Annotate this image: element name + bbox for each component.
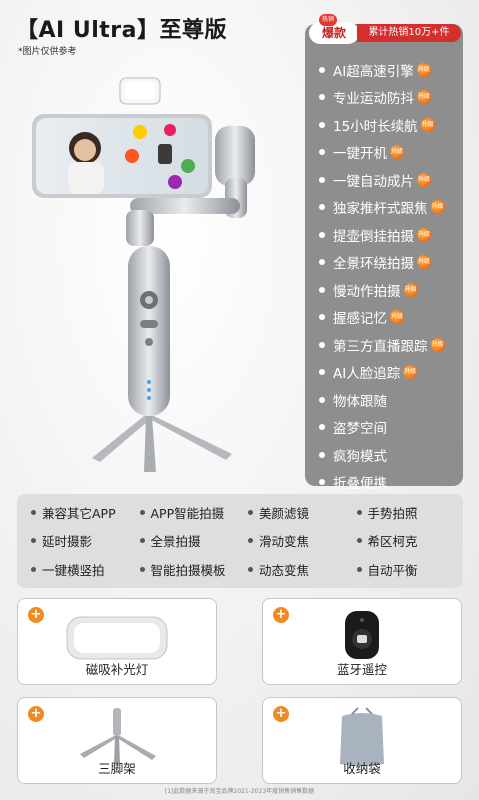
feature-panel: 爆款 热销 累计热销10万+件 AI超高速引擎 升级 专业运动防抖 升级 15小时长… (305, 14, 463, 492)
mode-item: 延时摄影 (23, 527, 132, 556)
upgrade-icon: 升级 (403, 365, 418, 380)
plus-icon[interactable]: + (273, 706, 289, 722)
upgrade-icon: 升级 (417, 90, 431, 105)
sales-count: 累计热销10万+件 (357, 24, 461, 42)
feature-item: 独家推杆式跟焦 升级 (305, 194, 463, 222)
feature-item: 物体跟随 (305, 386, 463, 414)
feature-item: 第三方直播跟踪 升级 (305, 331, 463, 359)
mode-item: APP智能拍摄 (132, 498, 241, 527)
feature-item: 全景环绕拍摄 升级 (305, 249, 463, 277)
fill-light-icon (66, 616, 168, 660)
upgrade-icon: 升级 (420, 117, 435, 132)
feature-item: 慢动作拍摄 升级 (305, 276, 463, 304)
footnote: [1]此数据来源于淘宝品牌2021-2023年度销售销售数据 (164, 788, 315, 795)
mode-item: 手势拍照 (349, 498, 458, 527)
plus-icon[interactable]: + (28, 706, 44, 722)
hot-tag: 热销 (319, 14, 337, 26)
upgrade-icon: 升级 (416, 62, 431, 77)
upgrade-icon: 升级 (403, 282, 418, 297)
upgrade-icon: 升级 (417, 255, 431, 270)
accessory-label: 收纳袋 (343, 761, 381, 776)
feature-item: 15小时长续航 升级 (305, 111, 463, 139)
accessory-card-bag[interactable]: + 收纳袋 (262, 697, 462, 784)
feature-item: 盗梦空间 (305, 414, 463, 442)
feature-item: AI人脸追踪 升级 (305, 359, 463, 387)
feature-item: 疯狗模式 (305, 441, 463, 469)
plus-icon[interactable]: + (28, 607, 44, 623)
upgrade-icon: 升级 (430, 337, 445, 352)
feature-item: 握感记忆 升级 (305, 304, 463, 332)
mode-item: 自动平衡 (349, 555, 458, 584)
feature-list: AI超高速引擎 升级 专业运动防抖 升级 15小时长续航 升级 一键开机 升级 一键自动… (305, 56, 463, 496)
upgrade-icon: 升级 (417, 172, 431, 187)
upgrade-icon: 升级 (390, 310, 404, 325)
upgrade-icon: 升级 (390, 145, 404, 160)
image-disclaimer: *图片仅供参考 (18, 47, 77, 57)
accessory-label: 磁吸补光灯 (85, 662, 149, 677)
hot-sales-badge: 爆款 热销 累计热销10万+件 (305, 14, 463, 44)
feature-item: 折叠便携 (305, 469, 463, 497)
tripod-icon (80, 708, 156, 764)
feature-item: 提壶倒挂拍摄 升级 (305, 221, 463, 249)
mode-item: 美颜滤镜 (240, 498, 349, 527)
page-title: 【AI Ultra】至尊版 (16, 18, 227, 43)
hot-label: 爆款 (309, 22, 359, 44)
mode-item: 全景拍摄 (132, 527, 241, 556)
accessory-label: 三脚架 (98, 761, 136, 776)
bluetooth-remote-icon (345, 611, 379, 659)
mode-item: 智能拍摄模板 (132, 555, 241, 584)
gimbal-product-image (32, 77, 255, 472)
upgrade-icon: 升级 (417, 227, 431, 242)
accessory-card-tripod[interactable]: + 三脚架 (17, 697, 217, 784)
mode-item: 希区柯克 (349, 527, 458, 556)
mode-item: 动态变焦 (240, 555, 349, 584)
feature-item: 一键开机 升级 (305, 139, 463, 167)
accessory-card-remote[interactable]: + 蓝牙遥控 (262, 598, 462, 685)
mode-item: 滑动变焦 (240, 527, 349, 556)
mode-item: 兼容其它APP (23, 498, 132, 527)
mode-item: 一键横竖拍 (23, 555, 132, 584)
plus-icon[interactable]: + (273, 607, 289, 623)
accessory-card-fill-light[interactable]: + 磁吸补光灯 (17, 598, 217, 685)
feature-item: AI超高速引擎 升级 (305, 56, 463, 84)
upgrade-icon: 升级 (430, 200, 445, 215)
feature-item: 专业运动防抖 升级 (305, 84, 463, 112)
accessory-label: 蓝牙遥控 (336, 662, 387, 677)
shooting-modes-grid: 兼容其它APP APP智能拍摄 美颜滤镜 手势拍照 延时摄影 全景拍摄 滑动变焦… (17, 494, 463, 588)
feature-item: 一键自动成片 升级 (305, 166, 463, 194)
